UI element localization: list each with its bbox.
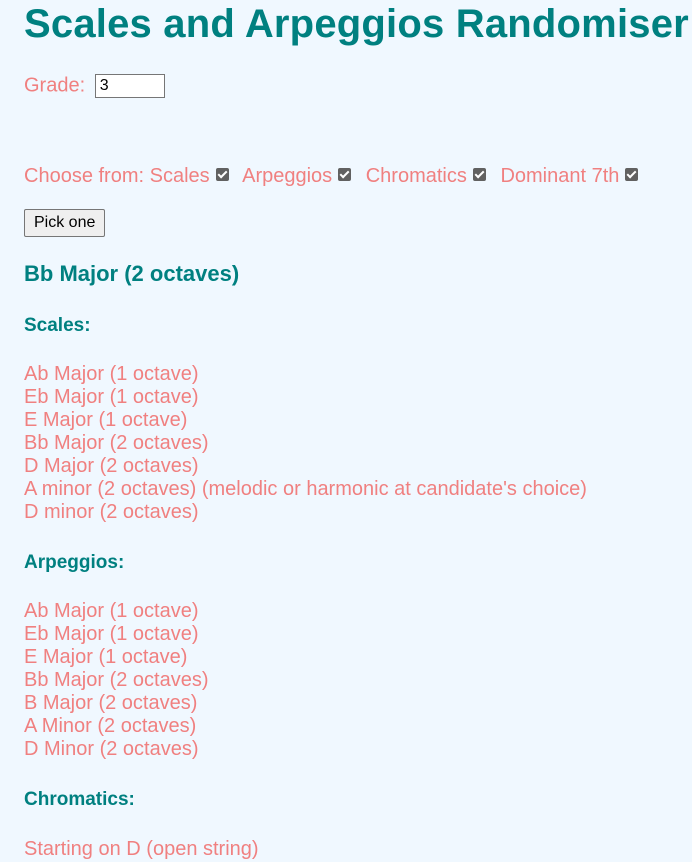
list-item: Eb Major (1 octave) (24, 623, 199, 645)
chromatics-list: Starting on D (open string) (24, 838, 259, 861)
option-scales-label: Scales (149, 165, 210, 187)
list-item: D Major (2 octaves) (24, 455, 199, 477)
section-heading-arpeggios: Arpeggios: (24, 552, 125, 573)
choose-row: Choose from: Scales Arpeggios Chromatics… (24, 165, 647, 188)
list-item: Bb Major (2 octaves) (24, 669, 209, 691)
result-text: Bb Major (2 octaves) (24, 261, 240, 286)
list-item: Eb Major (1 octave) (24, 386, 199, 408)
list-item: E Major (1 octave) (24, 646, 188, 668)
list-item: A minor (2 octaves) (melodic or harmonic… (24, 478, 587, 500)
scales-checkbox[interactable] (215, 168, 229, 181)
scales-list: Ab Major (1 octave) Eb Major (1 octave) … (24, 363, 587, 524)
list-item: E Major (1 octave) (24, 409, 188, 431)
list-item: D minor (2 octaves) (24, 501, 199, 523)
option-chromatics-label: Chromatics (365, 165, 467, 187)
option-dominant-7th-label: Dominant 7th (500, 165, 620, 187)
option-arpeggios-label: Arpeggios (242, 165, 333, 187)
grade-input[interactable] (94, 74, 165, 98)
dominant-7th-checkbox[interactable] (625, 168, 639, 181)
section-heading-chromatics: Chromatics: (24, 789, 135, 810)
section-heading-scales: Scales: (24, 315, 91, 336)
list-item: B Major (2 octaves) (24, 692, 198, 714)
list-item: A Minor (2 octaves) (24, 715, 197, 737)
list-item: Bb Major (2 octaves) (24, 432, 209, 454)
grade-row: Grade: (24, 74, 165, 98)
arpeggios-list: Ab Major (1 octave) Eb Major (1 octave) … (24, 600, 209, 761)
chromatics-checkbox[interactable] (472, 168, 486, 181)
pick-one-button[interactable]: Pick one (24, 209, 106, 237)
page-title: Scales and Arpeggios Randomiser (24, 2, 689, 46)
list-item: D Minor (2 octaves) (24, 738, 199, 760)
list-item: Starting on D (open string) (24, 838, 259, 860)
arpeggios-checkbox[interactable] (338, 168, 352, 181)
list-item: Ab Major (1 octave) (24, 363, 199, 385)
choose-label: Choose from: (24, 165, 145, 187)
list-item: Ab Major (1 octave) (24, 600, 199, 622)
grade-label: Grade: (24, 74, 86, 97)
